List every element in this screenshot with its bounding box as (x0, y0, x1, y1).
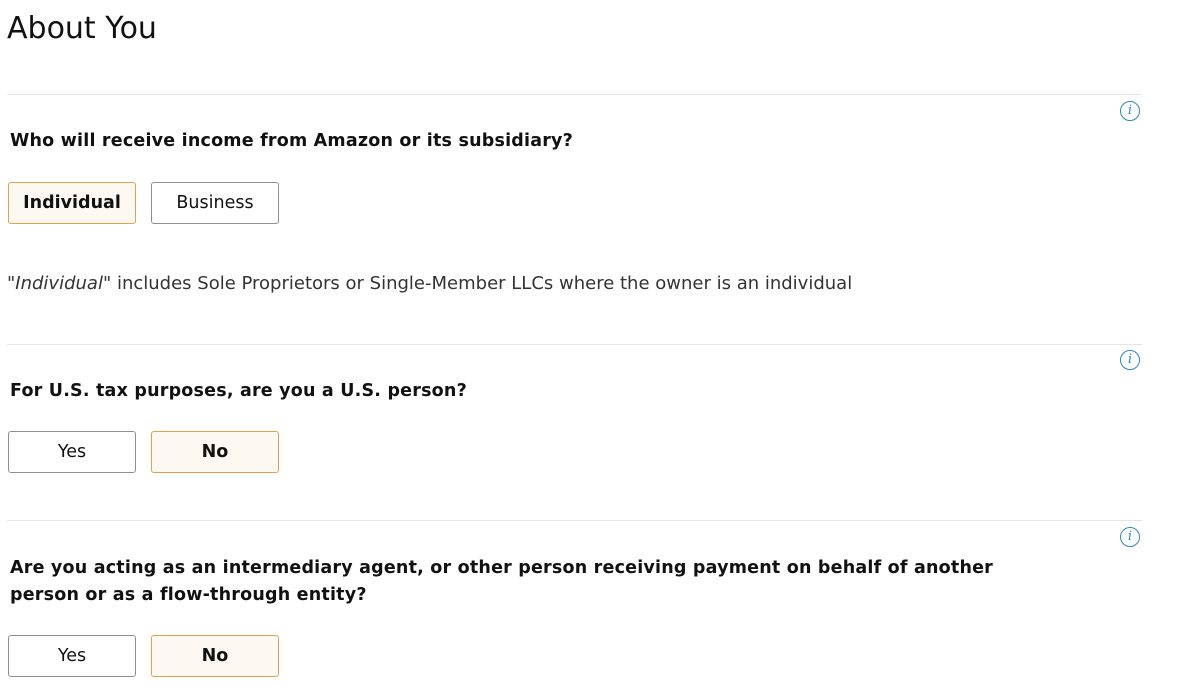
intermediary-yes-button[interactable]: Yes (8, 635, 136, 677)
info-icon[interactable]: i (1120, 350, 1140, 370)
us-person-no-button[interactable]: No (151, 431, 279, 473)
question-intermediary-agent: Are you acting as an intermediary agent,… (10, 558, 994, 605)
business-button[interactable]: Business (151, 182, 279, 224)
individual-note-emphasis: "Individual" (7, 273, 112, 294)
intermediary-no-button[interactable]: No (151, 635, 279, 677)
us-person-yes-button[interactable]: Yes (8, 431, 136, 473)
individual-button[interactable]: Individual (8, 182, 136, 224)
info-icon[interactable]: i (1120, 101, 1140, 121)
question-income-recipient: Who will receive income from Amazon or i… (10, 131, 573, 151)
about-you-page: About You i Who will receive income from… (0, 0, 1200, 693)
info-icon[interactable]: i (1120, 527, 1140, 547)
section-divider (7, 344, 1142, 345)
section-divider (7, 94, 1142, 95)
page-title: About You (7, 11, 157, 46)
individual-note: "Individual" includes Sole Proprietors o… (7, 272, 852, 296)
individual-note-text: includes Sole Proprietors or Single-Memb… (111, 273, 853, 294)
section-divider (7, 520, 1142, 521)
question-us-person: For U.S. tax purposes, are you a U.S. pe… (10, 381, 467, 401)
